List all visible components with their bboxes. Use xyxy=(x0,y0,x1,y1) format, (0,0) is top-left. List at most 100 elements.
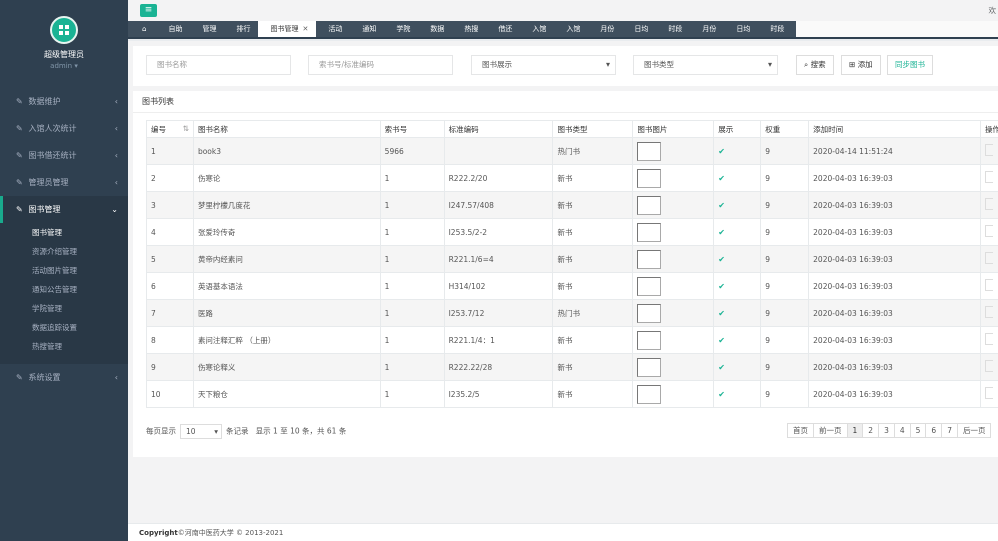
tab-item[interactable]: 管理 xyxy=(190,21,229,37)
header-id[interactable]: 编号 ⇅ xyxy=(146,120,194,138)
sidebar-item-book-management[interactable]: ✎ 图书管理 ⌄ xyxy=(0,196,128,223)
cell-id: 1 xyxy=(146,137,194,165)
tab-item[interactable]: 月份 xyxy=(588,21,627,37)
call-number-input[interactable]: 索书号/标准编码 xyxy=(308,55,453,75)
footer-brand: Copyright xyxy=(139,529,178,537)
page-button[interactable]: 6 xyxy=(925,423,943,438)
edit-button[interactable] xyxy=(984,144,993,156)
page-button[interactable]: 1 xyxy=(846,423,864,438)
tab-item[interactable]: 入馆 xyxy=(520,21,559,37)
cell-id: 8 xyxy=(146,326,194,354)
cell-display: ✔ xyxy=(713,137,762,165)
header-image: 图书图片 xyxy=(632,120,715,138)
tab-item[interactable]: 排行 xyxy=(224,21,263,37)
edit-button[interactable] xyxy=(984,333,993,345)
tab-item[interactable]: 日均 xyxy=(724,21,763,37)
submenu-item-books[interactable]: 图书管理 xyxy=(0,223,128,242)
add-button-label: 添加 xyxy=(857,60,873,69)
next-page-button[interactable]: 后一页 xyxy=(956,423,992,438)
edit-button[interactable] xyxy=(984,225,993,237)
cell-call: 1 xyxy=(379,353,445,381)
sidebar-item-label: 数据维护 xyxy=(28,97,61,106)
cell-display: ✔ xyxy=(713,299,762,327)
page-button[interactable]: 4 xyxy=(893,423,911,438)
submenu-item-hot-search[interactable]: 热搜管理 xyxy=(0,337,128,356)
prev-page-button[interactable]: 前一页 xyxy=(813,423,848,438)
cell-id: 10 xyxy=(146,380,194,408)
sidebar-item-visitor-stats[interactable]: ✎ 入馆人次统计 ‹ xyxy=(0,115,128,142)
page-size-select[interactable]: 10 xyxy=(180,424,222,439)
check-icon: ✔ xyxy=(718,308,725,318)
display-select[interactable]: 图书展示 xyxy=(471,55,616,75)
cell-actions xyxy=(979,326,998,354)
sidebar-item-admin-management[interactable]: ✎ 管理员管理 ‹ xyxy=(0,169,128,196)
cell-image xyxy=(632,326,715,354)
submenu-item-resources[interactable]: 资源介绍管理 xyxy=(0,242,128,261)
cell-name: 英语基本语法 xyxy=(192,272,381,300)
cell-weight: 9 xyxy=(760,191,810,219)
edit-button[interactable] xyxy=(984,360,993,372)
cell-type: 新书 xyxy=(552,164,634,192)
search-icon: ⌕ xyxy=(804,60,809,69)
sidebar-menu-bottom: ✎ 系统设置 ‹ xyxy=(0,364,128,391)
page-button[interactable]: 3 xyxy=(878,423,895,438)
tab-item[interactable]: 活动 xyxy=(316,21,355,37)
cell-type: 新书 xyxy=(552,245,634,273)
sort-icon[interactable]: ⇅ xyxy=(183,124,189,133)
tab-item[interactable]: 借还 xyxy=(486,21,525,37)
apps-icon xyxy=(59,25,69,35)
chevron-left-icon: ‹ xyxy=(114,97,118,106)
header-weight: 权重 xyxy=(760,120,810,138)
sync-books-button[interactable]: 同步图书 xyxy=(887,55,933,75)
tab-item[interactable]: 热搜 xyxy=(452,21,491,37)
book-type-select[interactable]: 图书类型 xyxy=(633,55,778,75)
tab-book-management[interactable]: 图书管理 ✕ xyxy=(258,21,321,37)
tab-item[interactable]: 入馆 xyxy=(554,21,593,37)
close-icon[interactable]: ✕ xyxy=(302,25,308,33)
tab-item[interactable]: 时段 xyxy=(758,21,797,37)
page-button[interactable]: 2 xyxy=(862,423,880,438)
edit-button[interactable] xyxy=(984,279,993,291)
broken-image-icon xyxy=(637,357,662,377)
edit-button[interactable] xyxy=(984,387,993,399)
user-role-dropdown[interactable]: admin ▾ xyxy=(0,62,128,70)
tab-item[interactable]: 时段 xyxy=(656,21,695,37)
tab-item[interactable]: 月份 xyxy=(690,21,729,37)
sidebar-item-borrow-stats[interactable]: ✎ 图书借还统计 ‹ xyxy=(0,142,128,169)
cell-id: 9 xyxy=(146,353,194,381)
tab-item[interactable]: 数据 xyxy=(418,21,457,37)
tab-item[interactable]: 日均 xyxy=(622,21,661,37)
tab-item[interactable]: 自助 xyxy=(156,21,195,37)
submenu-item-notices[interactable]: 通知公告管理 xyxy=(0,280,128,299)
tab-label: 图书管理 xyxy=(270,25,299,33)
first-page-button[interactable]: 首页 xyxy=(787,423,814,438)
edit-button[interactable] xyxy=(984,198,993,210)
tab-item[interactable]: 通知 xyxy=(350,21,389,37)
cell-type: 新书 xyxy=(552,380,634,408)
cell-type: 新书 xyxy=(552,326,634,354)
menu-toggle-button[interactable]: ≡ xyxy=(140,4,157,17)
cell-image xyxy=(632,218,715,246)
submenu-item-colleges[interactable]: 学院管理 xyxy=(0,299,128,318)
edit-button[interactable] xyxy=(984,171,993,183)
page-button[interactable]: 7 xyxy=(941,423,958,438)
cell-code: H314/102 xyxy=(443,272,554,300)
cell-call: 1 xyxy=(379,245,445,273)
cell-weight: 9 xyxy=(760,353,810,381)
submenu-item-data-tracking[interactable]: 数据追踪设置 xyxy=(0,318,128,337)
add-button[interactable]: ⊞ 添加 xyxy=(841,55,881,75)
edit-icon: ✎ xyxy=(16,373,23,382)
cell-time: 2020-04-03 16:39:03 xyxy=(808,245,981,273)
edit-button[interactable] xyxy=(984,306,993,318)
search-button[interactable]: ⌕ 搜索 xyxy=(796,55,834,75)
sidebar-item-data-maintenance[interactable]: ✎ 数据维护 ‹ xyxy=(0,88,128,115)
check-icon: ✔ xyxy=(718,227,725,237)
avatar[interactable] xyxy=(50,16,78,44)
book-name-input[interactable]: 图书名称 xyxy=(146,55,291,75)
sidebar-item-system-settings[interactable]: ✎ 系统设置 ‹ xyxy=(0,364,128,391)
cell-name: 梦里柠檬几度花 xyxy=(192,191,381,219)
tab-item[interactable]: 学院 xyxy=(384,21,423,37)
edit-button[interactable] xyxy=(984,252,993,264)
submenu-item-activity-images[interactable]: 活动图片管理 xyxy=(0,261,128,280)
page-button[interactable]: 5 xyxy=(909,423,927,438)
